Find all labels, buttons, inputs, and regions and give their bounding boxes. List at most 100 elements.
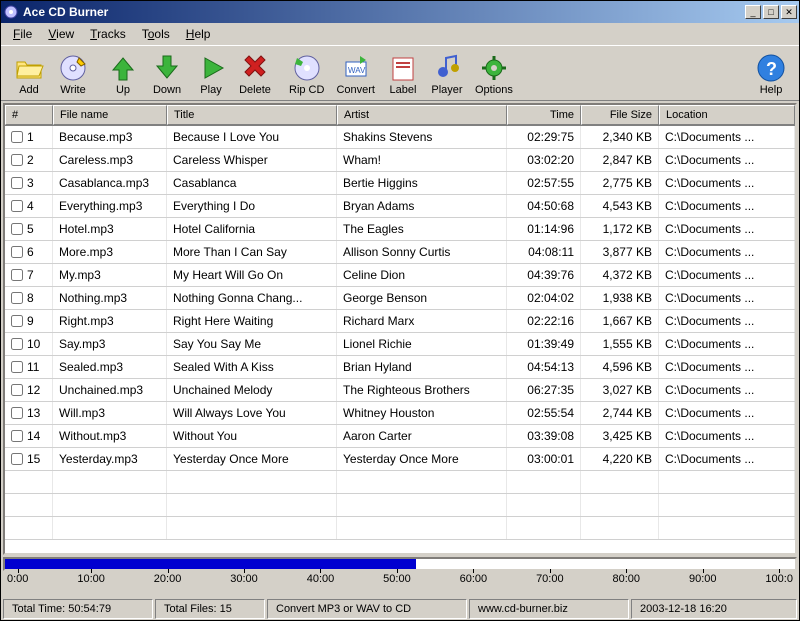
row-checkbox[interactable] bbox=[11, 361, 23, 373]
menu-tools[interactable]: Tools bbox=[134, 25, 178, 43]
write-button[interactable]: Write bbox=[51, 50, 95, 98]
table-row[interactable]: 9Right.mp3Right Here WaitingRichard Marx… bbox=[5, 310, 795, 333]
delete-button[interactable]: Delete bbox=[233, 50, 277, 98]
menu-file[interactable]: File bbox=[5, 25, 40, 43]
cell-size: 1,172 KB bbox=[581, 218, 659, 240]
player-button[interactable]: Player bbox=[425, 50, 469, 98]
cell-number[interactable]: 4 bbox=[5, 195, 53, 217]
cell-number[interactable]: 8 bbox=[5, 287, 53, 309]
label-button[interactable]: Label bbox=[381, 50, 425, 98]
cell-number[interactable]: 5 bbox=[5, 218, 53, 240]
cell-number[interactable]: 9 bbox=[5, 310, 53, 332]
row-checkbox[interactable] bbox=[11, 223, 23, 235]
ruler-tick: 90:00 bbox=[689, 573, 717, 585]
row-checkbox[interactable] bbox=[11, 430, 23, 442]
row-checkbox[interactable] bbox=[11, 131, 23, 143]
cell-artist: Whitney Houston bbox=[337, 402, 507, 424]
cell-filename: Without.mp3 bbox=[53, 425, 167, 447]
cell-number[interactable]: 7 bbox=[5, 264, 53, 286]
up-button[interactable]: Up bbox=[101, 50, 145, 98]
cell-location: C:\Documents ... bbox=[659, 264, 795, 286]
row-checkbox[interactable] bbox=[11, 246, 23, 258]
cell-number[interactable]: 6 bbox=[5, 241, 53, 263]
cell-number[interactable]: 2 bbox=[5, 149, 53, 171]
ruler-tick: 80:00 bbox=[613, 573, 641, 585]
cell-size: 3,425 KB bbox=[581, 425, 659, 447]
table-row[interactable]: 14Without.mp3Without YouAaron Carter03:3… bbox=[5, 425, 795, 448]
cell-size: 4,372 KB bbox=[581, 264, 659, 286]
cell-location: C:\Documents ... bbox=[659, 241, 795, 263]
col-artist[interactable]: Artist bbox=[337, 105, 507, 125]
cell-number[interactable]: 10 bbox=[5, 333, 53, 355]
table-row[interactable]: 2Careless.mp3Careless WhisperWham!03:02:… bbox=[5, 149, 795, 172]
minimize-button[interactable]: _ bbox=[745, 5, 761, 19]
row-checkbox[interactable] bbox=[11, 154, 23, 166]
cell-number[interactable]: 11 bbox=[5, 356, 53, 378]
row-checkbox[interactable] bbox=[11, 200, 23, 212]
down-button[interactable]: Down bbox=[145, 50, 189, 98]
row-checkbox[interactable] bbox=[11, 177, 23, 189]
cell-number[interactable]: 12 bbox=[5, 379, 53, 401]
app-icon bbox=[3, 4, 19, 20]
row-checkbox[interactable] bbox=[11, 384, 23, 396]
table-row[interactable]: 8Nothing.mp3Nothing Gonna Chang...George… bbox=[5, 287, 795, 310]
cell-filename: Sealed.mp3 bbox=[53, 356, 167, 378]
col-location[interactable]: Location bbox=[659, 105, 795, 125]
row-checkbox[interactable] bbox=[11, 407, 23, 419]
cell-number[interactable]: 14 bbox=[5, 425, 53, 447]
table-row[interactable]: 15Yesterday.mp3Yesterday Once MoreYester… bbox=[5, 448, 795, 471]
row-checkbox[interactable] bbox=[11, 453, 23, 465]
table-row[interactable]: 7My.mp3My Heart Will Go OnCeline Dion04:… bbox=[5, 264, 795, 287]
table-row[interactable]: 10Say.mp3Say You Say MeLionel Richie01:3… bbox=[5, 333, 795, 356]
play-button[interactable]: Play bbox=[189, 50, 233, 98]
table-row[interactable]: 3Casablanca.mp3CasablancaBertie Higgins0… bbox=[5, 172, 795, 195]
cell-time: 02:29:75 bbox=[507, 126, 581, 148]
table-row[interactable]: 12Unchained.mp3Unchained MelodyThe Right… bbox=[5, 379, 795, 402]
row-checkbox[interactable] bbox=[11, 315, 23, 327]
menu-help[interactable]: Help bbox=[178, 25, 219, 43]
row-checkbox[interactable] bbox=[11, 338, 23, 350]
cell-size: 1,555 KB bbox=[581, 333, 659, 355]
col-title[interactable]: Title bbox=[167, 105, 337, 125]
status-total-files: Total Files: 15 bbox=[155, 599, 265, 619]
cell-location: C:\Documents ... bbox=[659, 195, 795, 217]
cell-filename: Unchained.mp3 bbox=[53, 379, 167, 401]
col-time[interactable]: Time bbox=[507, 105, 581, 125]
cell-title: Because I Love You bbox=[167, 126, 337, 148]
table-row[interactable]: 11Sealed.mp3Sealed With A KissBrian Hyla… bbox=[5, 356, 795, 379]
cell-size: 1,667 KB bbox=[581, 310, 659, 332]
col-number[interactable]: # bbox=[5, 105, 53, 125]
menu-tracks[interactable]: Tracks bbox=[82, 25, 134, 43]
play-icon bbox=[195, 52, 227, 84]
table-row[interactable]: 6More.mp3More Than I Can SayAllison Sonn… bbox=[5, 241, 795, 264]
col-size[interactable]: File Size bbox=[581, 105, 659, 125]
table-row[interactable]: 13Will.mp3Will Always Love YouWhitney Ho… bbox=[5, 402, 795, 425]
cell-title: Careless Whisper bbox=[167, 149, 337, 171]
cell-number[interactable]: 15 bbox=[5, 448, 53, 470]
table-row[interactable]: 5Hotel.mp3Hotel CaliforniaThe Eagles01:1… bbox=[5, 218, 795, 241]
convert-button[interactable]: WAV Convert bbox=[330, 50, 381, 98]
options-button[interactable]: Options bbox=[469, 50, 519, 98]
cell-filename: Careless.mp3 bbox=[53, 149, 167, 171]
maximize-button[interactable]: □ bbox=[763, 5, 779, 19]
cell-time: 03:02:20 bbox=[507, 149, 581, 171]
col-filename[interactable]: File name bbox=[53, 105, 167, 125]
row-checkbox[interactable] bbox=[11, 269, 23, 281]
cell-number[interactable]: 13 bbox=[5, 402, 53, 424]
row-checkbox[interactable] bbox=[11, 292, 23, 304]
cell-artist: Richard Marx bbox=[337, 310, 507, 332]
table-row[interactable]: 1Because.mp3Because I Love YouShakins St… bbox=[5, 126, 795, 149]
cell-artist: Bertie Higgins bbox=[337, 172, 507, 194]
close-button[interactable]: ✕ bbox=[781, 5, 797, 19]
cell-title: More Than I Can Say bbox=[167, 241, 337, 263]
cell-number[interactable]: 3 bbox=[5, 172, 53, 194]
menu-view[interactable]: View bbox=[40, 25, 82, 43]
cell-size: 4,220 KB bbox=[581, 448, 659, 470]
table-row[interactable]: 4Everything.mp3Everything I DoBryan Adam… bbox=[5, 195, 795, 218]
cell-number[interactable]: 1 bbox=[5, 126, 53, 148]
add-button[interactable]: Add bbox=[7, 50, 51, 98]
convert-label: Convert bbox=[336, 84, 375, 96]
cell-size: 4,543 KB bbox=[581, 195, 659, 217]
rip-cd-button[interactable]: Rip CD bbox=[283, 50, 330, 98]
help-button[interactable]: ? Help bbox=[749, 50, 793, 98]
